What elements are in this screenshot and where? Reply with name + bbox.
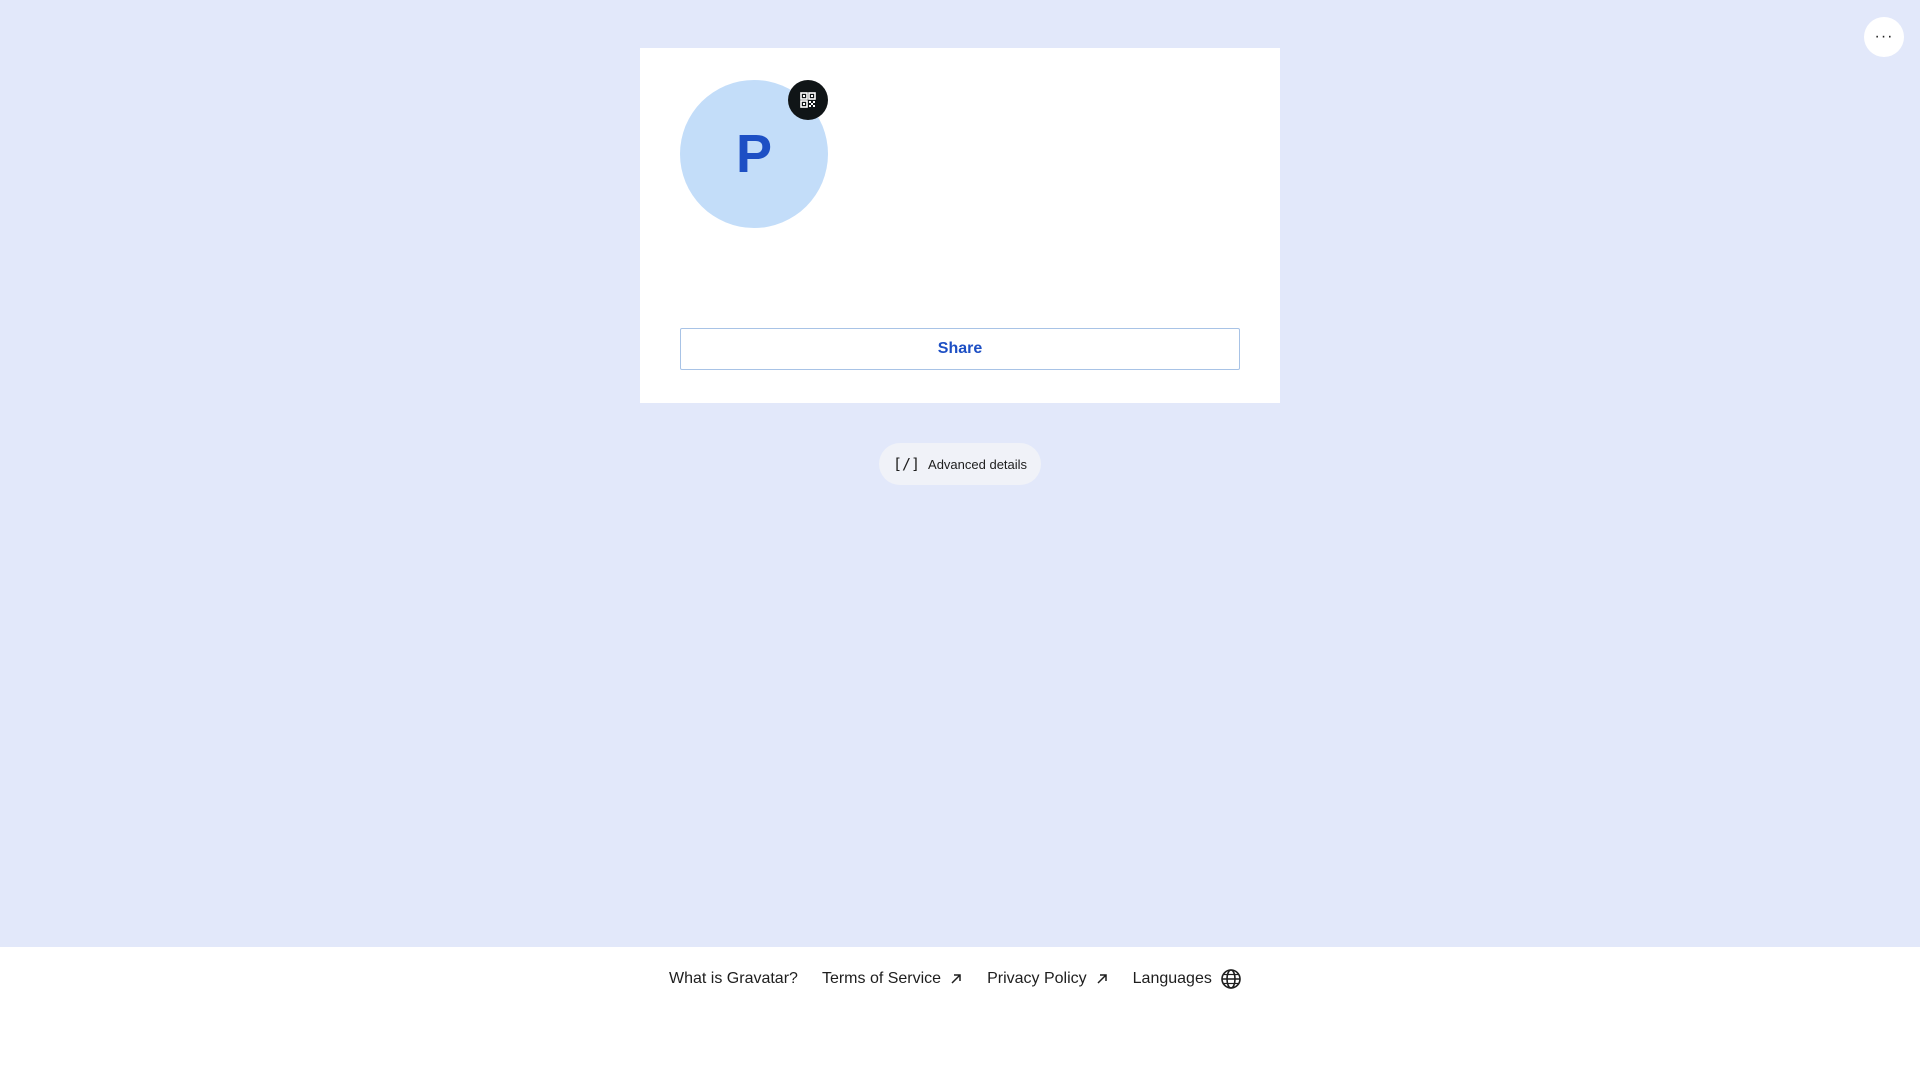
share-button[interactable]: Share: [680, 328, 1240, 370]
footer-link-what-is-gravatar[interactable]: What is Gravatar?: [669, 970, 798, 988]
avatar-initial: P: [735, 124, 773, 184]
external-arrow-icon: [1097, 974, 1107, 984]
footer-nav: What is Gravatar? Terms of Service Priva…: [669, 965, 1242, 993]
qr-code-button[interactable]: [788, 80, 828, 120]
advanced-details-label: Advanced details: [928, 456, 1028, 472]
footer-link-terms-of-service[interactable]: Terms of Service: [822, 970, 963, 988]
footer-link-label: What is Gravatar?: [669, 970, 798, 987]
footer-link-languages[interactable]: Languages: [1133, 968, 1242, 990]
footer-link-label: Privacy Policy: [987, 970, 1087, 987]
more-horizontal-icon: ···: [1874, 28, 1894, 45]
qr-code-icon: [800, 92, 816, 108]
footer: What is Gravatar? Terms of Service Priva…: [0, 947, 1920, 1080]
advanced-details-button[interactable]: [/] Advanced details: [879, 443, 1041, 485]
footer-link-label: Terms of Service: [821, 970, 942, 987]
external-arrow-icon: [951, 974, 961, 984]
profile-card: P Share: [640, 48, 1280, 403]
globe-icon: [1221, 969, 1241, 989]
footer-link-label: Languages: [1132, 970, 1212, 987]
footer-link-privacy-policy[interactable]: Privacy Policy: [987, 970, 1109, 988]
code-icon: [/]: [892, 455, 921, 473]
more-options-button[interactable]: ···: [1864, 17, 1904, 57]
